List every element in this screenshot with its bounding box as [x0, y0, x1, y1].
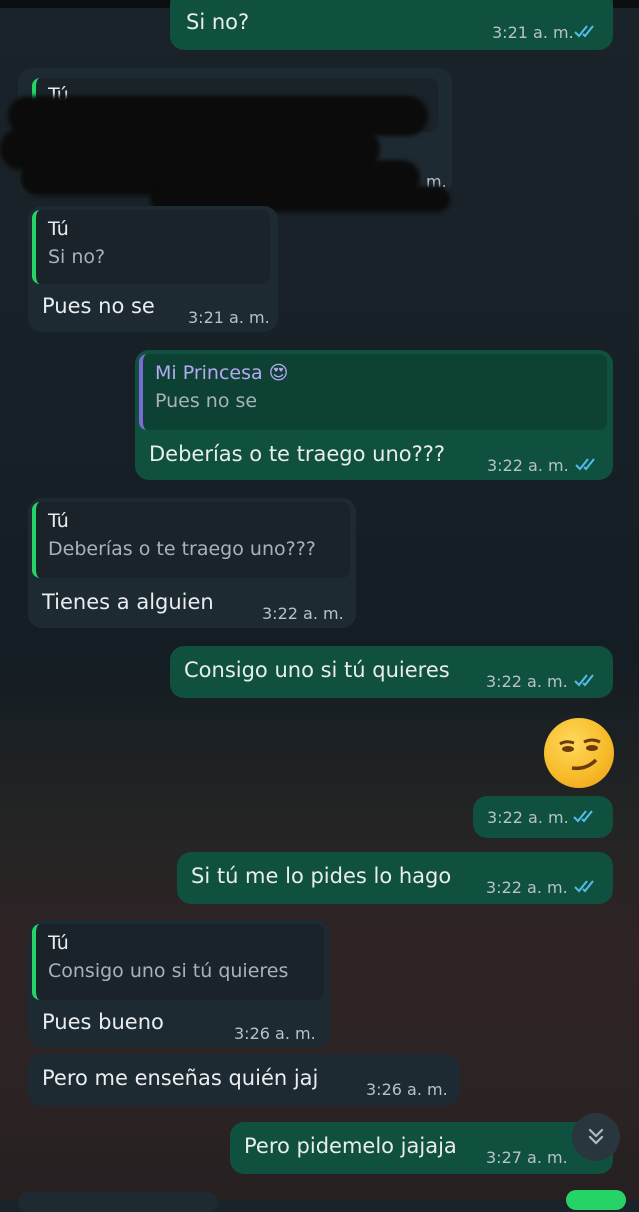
- message-text: Deberías o te traego uno???: [149, 442, 446, 466]
- message-outgoing[interactable]: Mi Princesa 😍 Pues no se Deberías o te t…: [135, 350, 613, 480]
- double-check-icon: [574, 674, 594, 687]
- reply-quote: Mi Princesa 😍 Pues no se: [139, 354, 607, 430]
- message-incoming[interactable]: Tú Si no? Pues no se 3:21 a. m.: [28, 206, 278, 332]
- quote-text: Deberías o te traego uno???: [48, 538, 316, 560]
- message-time: 3:26 a. m.: [366, 1080, 448, 1099]
- smirking-face-emoji[interactable]: [544, 718, 614, 788]
- message-incoming[interactable]: Tú Consigo uno si tú quieres Pues bueno …: [28, 920, 330, 1048]
- message-time: 3:27 a. m.: [486, 1148, 568, 1167]
- message-time: 3:21 a. m.: [492, 23, 574, 42]
- double-chevron-down-icon: [588, 1128, 604, 1145]
- quote-author: Tú: [48, 932, 69, 954]
- message-text: Si tú me lo pides lo hago: [191, 864, 452, 888]
- message-time: 3:22 a. m.: [486, 672, 568, 691]
- reply-quote: Tú Si no?: [32, 210, 270, 284]
- message-text: Tienes a alguien: [42, 590, 214, 614]
- double-check-icon: [573, 810, 593, 823]
- message-time: 3:22 a. m.: [487, 456, 569, 475]
- message-text: Pues no se: [42, 294, 155, 318]
- double-check-icon: [574, 880, 594, 893]
- smirk-face-icon: [559, 738, 601, 771]
- message-time: 3:21 a. m.: [188, 308, 270, 327]
- quote-text: Si no?: [48, 246, 106, 268]
- scroll-to-bottom-button[interactable]: [572, 1113, 620, 1161]
- message-incoming[interactable]: Pero me enseñas quién jaj 3:26 a. m.: [28, 1054, 460, 1106]
- message-incoming[interactable]: Tú Deberías o te traego uno??? Tienes a …: [28, 498, 356, 628]
- next-message-edge: [18, 1192, 218, 1212]
- quote-text: Pues no se: [155, 390, 258, 412]
- message-outgoing[interactable]: Si no? 3:21 a. m.: [170, 0, 613, 50]
- message-time: 3:22 a. m.: [487, 808, 569, 827]
- double-check-icon: [574, 25, 594, 38]
- message-outgoing-time-only[interactable]: 3:22 a. m.: [473, 796, 613, 838]
- message-text: Consigo uno si tú quieres: [184, 658, 450, 682]
- message-outgoing[interactable]: Pero pidemelo jajaja 3:27 a. m.: [230, 1122, 613, 1174]
- quote-author: Tú: [48, 218, 69, 240]
- reply-quote: Tú Consigo uno si tú quieres: [32, 924, 324, 1000]
- message-outgoing[interactable]: Consigo uno si tú quieres 3:22 a. m.: [170, 646, 613, 698]
- message-text: Pero me enseñas quién jaj: [42, 1066, 319, 1090]
- message-time: 3:26 a. m.: [234, 1024, 316, 1043]
- quote-author: Tú: [48, 510, 69, 532]
- quote-text: Consigo uno si tú quieres: [48, 960, 289, 982]
- message-outgoing[interactable]: Si tú me lo pides lo hago 3:22 a. m.: [177, 852, 613, 904]
- message-time: 3:22 a. m.: [486, 878, 568, 897]
- double-check-icon: [575, 458, 595, 471]
- message-text: Si no?: [186, 10, 250, 34]
- next-message-edge: [566, 1190, 626, 1210]
- reply-quote: Tú Deberías o te traego uno???: [32, 502, 350, 578]
- message-text: Pues bueno: [42, 1010, 164, 1034]
- message-text: Pero pidemelo jajaja: [244, 1134, 457, 1158]
- message-time: 3:22 a. m.: [262, 604, 344, 623]
- quote-author: Mi Princesa 😍: [155, 362, 289, 384]
